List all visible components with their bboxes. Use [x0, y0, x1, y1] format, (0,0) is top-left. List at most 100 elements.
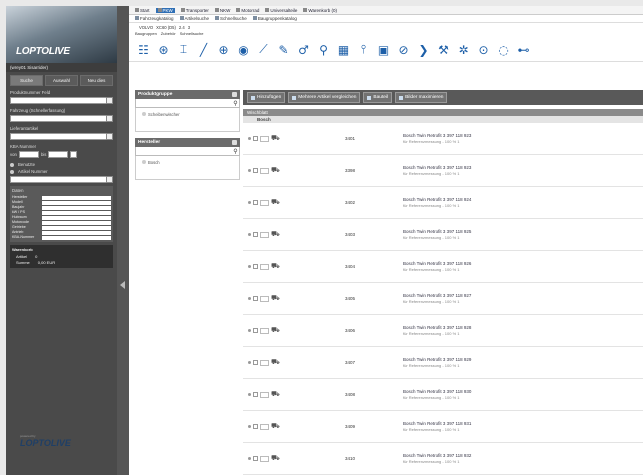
- subnav-item[interactable]: Artikelsuche: [179, 16, 209, 21]
- row-checkbox[interactable]: [253, 264, 258, 269]
- article-title[interactable]: Bosch Twin Retrofit 3 397 118 926: [403, 261, 471, 267]
- quantity-input[interactable]: [260, 295, 269, 302]
- cart-icon[interactable]: ⛟: [271, 294, 280, 303]
- vehicle-search-button[interactable]: [106, 115, 113, 122]
- article-number[interactable]: 3403: [345, 232, 355, 237]
- checkbox-icon[interactable]: [142, 160, 146, 164]
- info-icon[interactable]: [248, 265, 251, 268]
- quantity-input[interactable]: [260, 167, 269, 174]
- table-row[interactable]: ⛟ 3403 Bosch Twin Retrofit 3 397 118 925 fü…: [243, 219, 643, 251]
- action-link[interactable]: Baugruppen: [135, 31, 157, 38]
- article-number[interactable]: 3404: [345, 264, 355, 269]
- quantity-input[interactable]: [260, 455, 269, 462]
- info-icon[interactable]: [248, 393, 251, 396]
- vehicle-input[interactable]: [10, 115, 113, 122]
- article-number[interactable]: 3407: [345, 360, 355, 365]
- gasket-icon[interactable]: ⊘: [397, 43, 410, 57]
- filter-header[interactable]: Hersteller: [135, 138, 240, 147]
- panel-splitter[interactable]: [117, 6, 129, 475]
- table-row[interactable]: ⛟ 3404 Bosch Twin Retrofit 3 397 118 926 fü…: [243, 251, 643, 283]
- toggle-icon[interactable]: [232, 92, 237, 97]
- steering-wheel-icon[interactable]: ⊛: [157, 43, 170, 57]
- article-title[interactable]: Bosch Twin Retrofit 3 397 118 931: [403, 421, 471, 427]
- gear-icon[interactable]: ✲: [457, 43, 470, 57]
- results-group-header[interactable]: Bosch: [243, 116, 643, 123]
- filter-option[interactable]: Bosch: [135, 156, 240, 180]
- filter-option[interactable]: Scheibenwischer: [135, 108, 240, 132]
- breadcrumb-item[interactable]: VOLVO: [139, 25, 153, 30]
- info-icon[interactable]: [248, 137, 251, 140]
- tab-neu[interactable]: Neu dies: [80, 75, 113, 86]
- article-title[interactable]: Bosch Twin Retrofit 3 397 118 923: [403, 133, 471, 139]
- car-icon[interactable]: ⊷: [517, 43, 530, 57]
- cart-icon[interactable]: ⛟: [271, 134, 280, 143]
- radio-row-1[interactable]: Benutzte: [6, 161, 117, 168]
- info-icon[interactable]: [248, 201, 251, 204]
- table-row[interactable]: ⛟ 3401 Bosch Twin Retrofit 3 397 118 923 fü…: [243, 123, 643, 155]
- tool-icon[interactable]: ⚒: [437, 43, 450, 57]
- tab-suche[interactable]: Suche: [10, 75, 43, 86]
- row-checkbox[interactable]: [253, 200, 258, 205]
- spark-plug-icon[interactable]: ⚲: [317, 43, 330, 57]
- article-title[interactable]: Bosch Twin Retrofit 3 397 118 928: [403, 325, 471, 331]
- action-link[interactable]: Zubehör: [161, 31, 176, 38]
- cart-icon[interactable]: ⛟: [271, 422, 280, 431]
- subnav-item[interactable]: Fahrzeugkatalog: [135, 16, 174, 21]
- cart-icon[interactable]: ⛟: [271, 230, 280, 239]
- info-icon[interactable]: [248, 425, 251, 428]
- radio-row-2[interactable]: Artikel Nummer: [6, 168, 117, 175]
- quantity-input[interactable]: [260, 359, 269, 366]
- exhaust-icon[interactable]: ⟋: [257, 42, 270, 56]
- search-button[interactable]: [106, 97, 113, 104]
- row-checkbox[interactable]: [253, 168, 258, 173]
- subnav-item[interactable]: Schnellsuche: [215, 16, 247, 21]
- article-number-input[interactable]: [10, 176, 113, 183]
- nav-transporter[interactable]: Transporter: [180, 8, 209, 13]
- wrench-icon[interactable]: ✎: [277, 43, 290, 57]
- filter-box-icon[interactable]: ▦: [337, 43, 350, 57]
- row-checkbox[interactable]: [253, 328, 258, 333]
- breadcrumb-item[interactable]: 3: [188, 25, 190, 30]
- row-checkbox[interactable]: [253, 232, 258, 237]
- article-title[interactable]: Bosch Twin Retrofit 3 397 118 932: [403, 453, 471, 459]
- nav-nkw[interactable]: NKW: [214, 8, 230, 13]
- brake-disc-icon[interactable]: ◉: [237, 43, 250, 57]
- article-number[interactable]: 3402: [345, 200, 355, 205]
- filter-search-input[interactable]: [136, 147, 232, 155]
- light-icon[interactable]: ⫯: [357, 42, 370, 56]
- info-icon[interactable]: [248, 361, 251, 364]
- cart-icon[interactable]: ⛟: [271, 358, 280, 367]
- quantity-input[interactable]: [260, 135, 269, 142]
- product-number-input[interactable]: [10, 97, 113, 104]
- table-row[interactable]: ⛟ 3405 Bosch Twin Retrofit 3 397 118 927 fü…: [243, 283, 643, 315]
- kba-to-input[interactable]: [48, 151, 69, 158]
- row-checkbox[interactable]: [253, 360, 258, 365]
- quantity-input[interactable]: [260, 327, 269, 334]
- table-row[interactable]: ⛟ 3406 Bosch Twin Retrofit 3 397 118 928 fü…: [243, 315, 643, 347]
- info-icon[interactable]: [248, 169, 251, 172]
- info-icon[interactable]: [248, 297, 251, 300]
- quantity-input[interactable]: [260, 423, 269, 430]
- article-title[interactable]: Bosch Twin Retrofit 3 397 118 925: [403, 229, 471, 235]
- oil-icon[interactable]: ♂: [297, 43, 310, 57]
- article-title[interactable]: Bosch Twin Retrofit 3 397 118 924: [403, 197, 471, 203]
- wheel-icon[interactable]: ⊕: [217, 43, 230, 57]
- tab-auswahl[interactable]: Auswahl: [45, 75, 78, 86]
- clutch-icon[interactable]: ⊙: [477, 43, 490, 57]
- article-title[interactable]: Bosch Twin Retrofit 3 397 118 929: [403, 357, 471, 363]
- breadcrumb-item[interactable]: 2.4: [179, 25, 185, 30]
- nav-start[interactable]: Start: [135, 8, 150, 13]
- article-search-button[interactable]: [106, 176, 113, 183]
- nav-universal[interactable]: Universalteile: [265, 8, 297, 13]
- fuel-icon[interactable]: ▣: [377, 43, 390, 57]
- supplier-search-button[interactable]: [106, 133, 113, 140]
- breadcrumb-item[interactable]: XC60 (D5): [156, 25, 176, 30]
- compare-button[interactable]: Mehrere Artikel vergleichen: [288, 92, 361, 103]
- nav-cart[interactable]: Warenkorb (0): [303, 8, 337, 13]
- row-checkbox[interactable]: [253, 456, 258, 461]
- article-title[interactable]: Bosch Twin Retrofit 3 397 118 927: [403, 293, 471, 299]
- filter-icon[interactable]: ☷: [137, 43, 150, 57]
- article-title[interactable]: Bosch Twin Retrofit 3 397 118 923: [403, 165, 471, 171]
- mirror-icon[interactable]: ◌: [497, 43, 510, 57]
- quantity-input[interactable]: [260, 199, 269, 206]
